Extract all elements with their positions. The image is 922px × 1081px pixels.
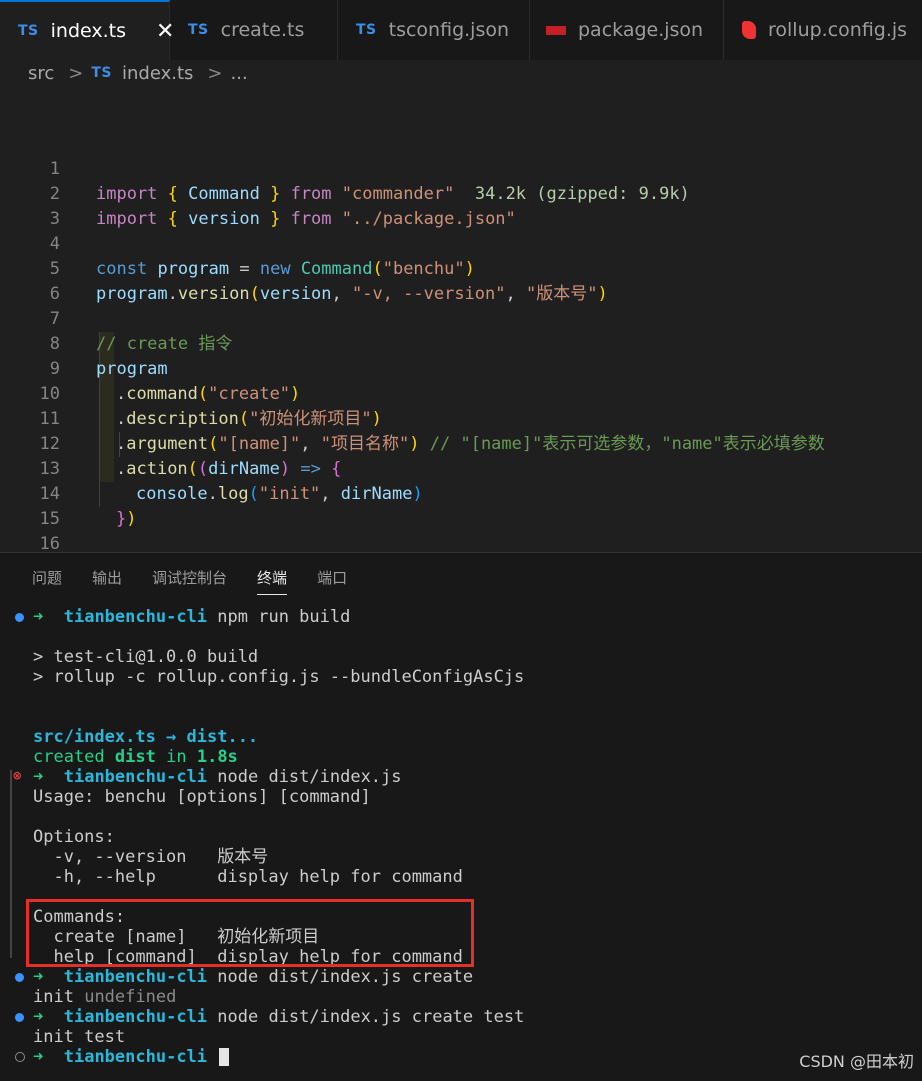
tab-output[interactable]: 输出	[92, 567, 122, 595]
breadcrumb: src > TS index.ts > ...	[28, 60, 254, 86]
terminal-line: ➜ tianbenchu-cli node dist/index.js	[33, 767, 402, 787]
tab-label: package.json	[578, 19, 704, 41]
code-line: 7 // create 指令	[49, 309, 233, 354]
tab-tsconfig-json[interactable]: TS tsconfig.json	[338, 0, 530, 60]
terminal-line: ➜ tianbenchu-cli npm run build	[33, 607, 351, 627]
ts-file-icon: TS	[91, 65, 113, 81]
tab-ports[interactable]: 端口	[317, 567, 347, 595]
tab-problems[interactable]: 问题	[32, 567, 62, 595]
terminal-line: -v, --version 版本号	[33, 847, 269, 867]
tab-label: create.ts	[220, 19, 305, 41]
tsconfig-file-icon: TS	[356, 22, 377, 38]
tab-debug-console[interactable]: 调试控制台	[152, 567, 227, 595]
terminal-prompt-line[interactable]: ➜ tianbenchu-cli	[33, 1047, 230, 1067]
code-line: 2 import { version } from "../package.js…	[49, 184, 516, 229]
command-group-bar	[10, 770, 12, 958]
terminal-line: Options:	[33, 827, 115, 847]
tab-terminal[interactable]: 终端	[257, 567, 288, 595]
code-line: 5 program.version(version, "-v, --versio…	[49, 259, 608, 304]
code-line: 1 import { Command } from "commander" 34…	[49, 159, 690, 204]
tab-label: tsconfig.json	[388, 19, 510, 41]
terminal-line: src/index.ts → dist...	[33, 727, 259, 747]
code-line: 8 program	[49, 334, 168, 379]
terminal-cursor	[219, 1048, 230, 1066]
code-editor[interactable]: 1 import { Command } from "commander" 34…	[0, 92, 922, 579]
terminal-line: ➜ tianbenchu-cli node dist/index.js crea…	[33, 967, 474, 987]
code-line: 3	[49, 209, 60, 229]
tab-label: rollup.config.js	[768, 19, 908, 41]
ts-file-icon: TS	[18, 23, 39, 39]
tab-rollup-config-js[interactable]: rollup.config.js	[724, 0, 922, 60]
terminal-line: > test-cli@1.0.0 build	[33, 647, 259, 667]
breadcrumb-folder[interactable]: src	[28, 63, 54, 84]
terminal-line: ➜ tianbenchu-cli node dist/index.js crea…	[33, 1007, 525, 1027]
code-line: 14 })	[39, 484, 137, 529]
command-success-dot	[15, 1013, 24, 1022]
tab-package-json[interactable]: package.json	[530, 0, 724, 60]
chevron-right-icon: >	[207, 62, 223, 84]
code-line: 13 console.log("init", dirName)	[39, 459, 423, 504]
tab-create-ts[interactable]: TS create.ts	[170, 0, 338, 60]
code-line: 10 .description("初始化新项目")	[39, 384, 382, 429]
rollup-file-icon	[742, 21, 756, 39]
breadcrumb-more[interactable]: ...	[231, 63, 248, 84]
code-line: 15	[39, 509, 60, 529]
terminal-line: -h, --help display help for command	[33, 867, 463, 887]
panel-tabs: 问题 输出 调试控制台 终端 端口	[32, 567, 377, 595]
command-pending-dot	[15, 1052, 25, 1062]
chevron-right-icon: >	[68, 62, 84, 84]
highlight-box	[26, 899, 474, 967]
terminal-line: init test	[33, 1027, 126, 1047]
code-line: 16 program.parse()	[39, 534, 250, 579]
code-line: 12 .action((dirName) => {	[39, 434, 342, 479]
tab-index-ts[interactable]: TS index.ts ✕	[0, 0, 174, 60]
command-success-dot	[15, 613, 24, 622]
code-line: 11 .argument("[name]", "项目名称") // "[name…	[39, 409, 825, 454]
terminal-line: > rollup -c rollup.config.js --bundleCon…	[33, 667, 525, 687]
command-error-icon: ⊗	[13, 768, 22, 784]
npm-file-icon	[546, 25, 566, 35]
tab-label: index.ts	[50, 20, 127, 42]
command-success-dot	[15, 973, 24, 982]
editor-tab-bar: TS index.ts ✕ TS create.ts TS tsconfig.j…	[0, 0, 922, 60]
terminal-line: created dist in 1.8s	[33, 747, 238, 767]
terminal-line: Usage: benchu [options] [command]	[33, 787, 371, 807]
code-line: 9 .command("create")	[49, 359, 301, 404]
code-line: 4 const program = new Command("benchu")	[49, 234, 475, 279]
watermark: CSDN @田本初	[799, 1052, 914, 1071]
terminal-line: init undefined	[33, 987, 177, 1007]
ts-file-icon: TS	[188, 22, 209, 38]
breadcrumb-file[interactable]: index.ts	[122, 63, 193, 84]
code-line: 6	[49, 284, 60, 304]
